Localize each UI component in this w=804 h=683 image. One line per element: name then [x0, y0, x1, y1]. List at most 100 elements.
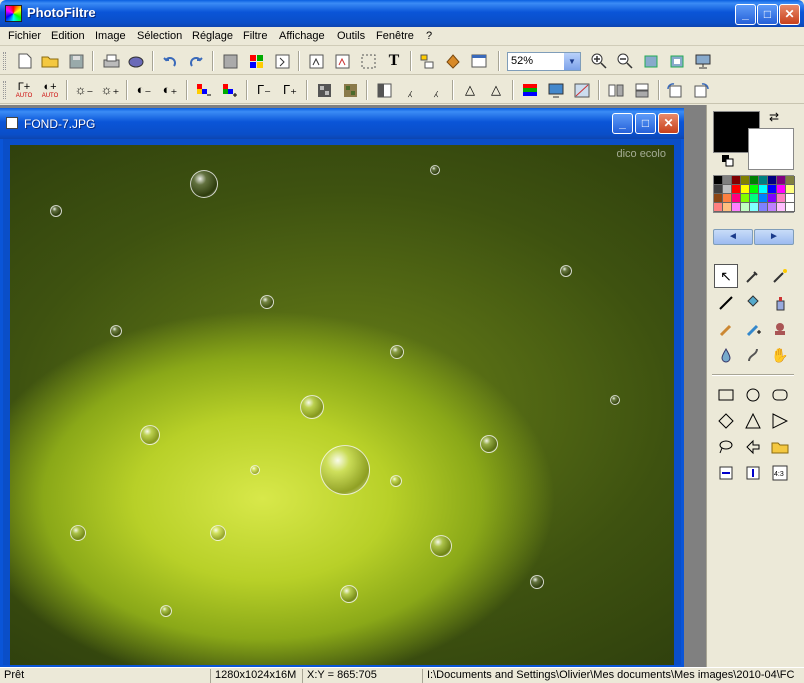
palette-swatch[interactable]	[723, 176, 732, 185]
palette-swatch[interactable]	[768, 185, 777, 194]
auto-levels-icon[interactable]: Γ+ AUTO	[14, 80, 34, 100]
eyedropper-tool-icon[interactable]	[741, 264, 765, 288]
sharpen-drop-icon[interactable]: ⁁	[426, 80, 446, 100]
zoom-out-icon[interactable]	[615, 51, 635, 71]
palette-swatch[interactable]	[714, 176, 723, 185]
magic-wand-tool-icon[interactable]	[768, 264, 792, 288]
select-rect-icon[interactable]	[358, 51, 378, 71]
palette-swatch[interactable]	[786, 194, 795, 203]
chevron-down-icon[interactable]: ▼	[564, 53, 580, 70]
menu-outils[interactable]: Outils	[337, 30, 365, 42]
pointer-tool-icon[interactable]: ↖	[714, 264, 738, 288]
palette-swatch[interactable]	[741, 185, 750, 194]
advanced-brush-tool-icon[interactable]	[741, 317, 765, 341]
saturation-plus-icon[interactable]	[220, 80, 240, 100]
print-icon[interactable]	[101, 51, 121, 71]
actual-size-icon[interactable]	[667, 51, 687, 71]
stamp-tool-icon[interactable]	[768, 317, 792, 341]
texture-filter-icon[interactable]	[340, 80, 360, 100]
saturation-minus-icon[interactable]	[194, 80, 214, 100]
selection-height-icon[interactable]	[741, 461, 765, 485]
palette-swatch[interactable]	[732, 203, 741, 212]
desktop-color-icon[interactable]	[546, 80, 566, 100]
palette-swatch[interactable]	[750, 176, 759, 185]
palette-swatch[interactable]	[759, 185, 768, 194]
menu-help[interactable]: ?	[426, 30, 432, 42]
window-icon[interactable]	[469, 51, 489, 71]
relief-icon[interactable]: △	[486, 80, 506, 100]
palette-swatch[interactable]	[741, 194, 750, 203]
palette-swatch[interactable]	[786, 185, 795, 194]
palette-swatch[interactable]	[714, 203, 723, 212]
rotate-left-icon[interactable]	[665, 80, 685, 100]
palette-swatch[interactable]	[768, 203, 777, 212]
palette-swatch[interactable]	[714, 185, 723, 194]
palette-swatch[interactable]	[777, 203, 786, 212]
minimize-button[interactable]: _	[735, 4, 756, 25]
gamma-minus-icon[interactable]: Γ₋	[254, 80, 274, 100]
palette-swatch[interactable]	[759, 203, 768, 212]
zoom-select[interactable]: 52% ▼	[507, 52, 581, 71]
fit-window-icon[interactable]	[641, 51, 661, 71]
palette-swatch[interactable]	[768, 176, 777, 185]
close-button[interactable]: ✕	[779, 4, 800, 25]
palette-swatch[interactable]	[723, 194, 732, 203]
diamond-shape-icon[interactable]	[714, 409, 738, 433]
undo-icon[interactable]	[160, 51, 180, 71]
module-icon[interactable]	[332, 51, 352, 71]
grayscale-icon[interactable]	[374, 80, 394, 100]
palette-swatch[interactable]	[732, 194, 741, 203]
brightness-minus-icon[interactable]: ☼₋	[74, 80, 94, 100]
menu-affichage[interactable]: Affichage	[279, 30, 325, 42]
palette-swatch[interactable]	[786, 176, 795, 185]
swap-colors-icon[interactable]: ⇄	[769, 110, 779, 124]
gradient-icon[interactable]	[220, 51, 240, 71]
doc-maximize-button[interactable]: □	[635, 113, 656, 134]
rotate-right-icon[interactable]	[691, 80, 711, 100]
selection-width-icon[interactable]	[714, 461, 738, 485]
transform-icon[interactable]	[572, 80, 592, 100]
text-tool-icon[interactable]: T	[384, 51, 404, 71]
new-file-icon[interactable]	[15, 51, 35, 71]
emboss-icon[interactable]: △	[460, 80, 480, 100]
palette-swatch[interactable]	[786, 203, 795, 212]
gamma-plus-icon[interactable]: Γ₊	[280, 80, 300, 100]
auto-contrast-icon[interactable]: ◐+ AUTO	[40, 80, 60, 100]
maximize-button[interactable]: □	[757, 4, 778, 25]
spray-tool-icon[interactable]	[768, 291, 792, 315]
layers-icon[interactable]	[417, 51, 437, 71]
menu-reglage[interactable]: Réglage	[192, 30, 233, 42]
palette-swatch[interactable]	[750, 194, 759, 203]
menu-fenetre[interactable]: Fenêtre	[376, 30, 414, 42]
redo-icon[interactable]	[186, 51, 206, 71]
document-icon[interactable]	[6, 117, 18, 129]
open-shape-icon[interactable]	[768, 435, 792, 459]
scanner-icon[interactable]	[126, 51, 146, 71]
contrast-plus-icon[interactable]: ◐₊	[160, 80, 180, 100]
rounded-rect-shape-icon[interactable]	[768, 383, 792, 407]
palette-swatch[interactable]	[723, 203, 732, 212]
fill-bucket-tool-icon[interactable]	[741, 291, 765, 315]
polygon-tool-icon[interactable]	[741, 435, 765, 459]
blur-tool-icon[interactable]	[714, 343, 738, 367]
document-title-bar[interactable]: FOND-7.JPG _ □ ✕	[0, 108, 684, 139]
background-color-swatch[interactable]	[748, 128, 794, 170]
toolbar-grip[interactable]	[3, 52, 6, 70]
brush-tool-icon[interactable]	[714, 317, 738, 341]
explorer-icon[interactable]	[306, 51, 326, 71]
photofiltre-app-icon[interactable]	[5, 5, 22, 22]
contrast-minus-icon[interactable]: ◐₋	[134, 80, 154, 100]
palette-swatch[interactable]	[732, 185, 741, 194]
color-palette[interactable]	[713, 175, 795, 213]
palette-swatch[interactable]	[777, 194, 786, 203]
ellipse-shape-icon[interactable]	[741, 383, 765, 407]
palette-swatch[interactable]	[741, 176, 750, 185]
rectangle-shape-icon[interactable]	[714, 383, 738, 407]
blur-drop-icon[interactable]: ⁁	[400, 80, 420, 100]
brightness-plus-icon[interactable]: ☼₊	[100, 80, 120, 100]
triangle-shape-icon[interactable]	[741, 409, 765, 433]
menu-filtre[interactable]: Filtre	[243, 30, 267, 42]
lasso-tool-icon[interactable]	[714, 435, 738, 459]
palette-swatch[interactable]	[759, 176, 768, 185]
open-folder-icon[interactable]	[40, 51, 60, 71]
